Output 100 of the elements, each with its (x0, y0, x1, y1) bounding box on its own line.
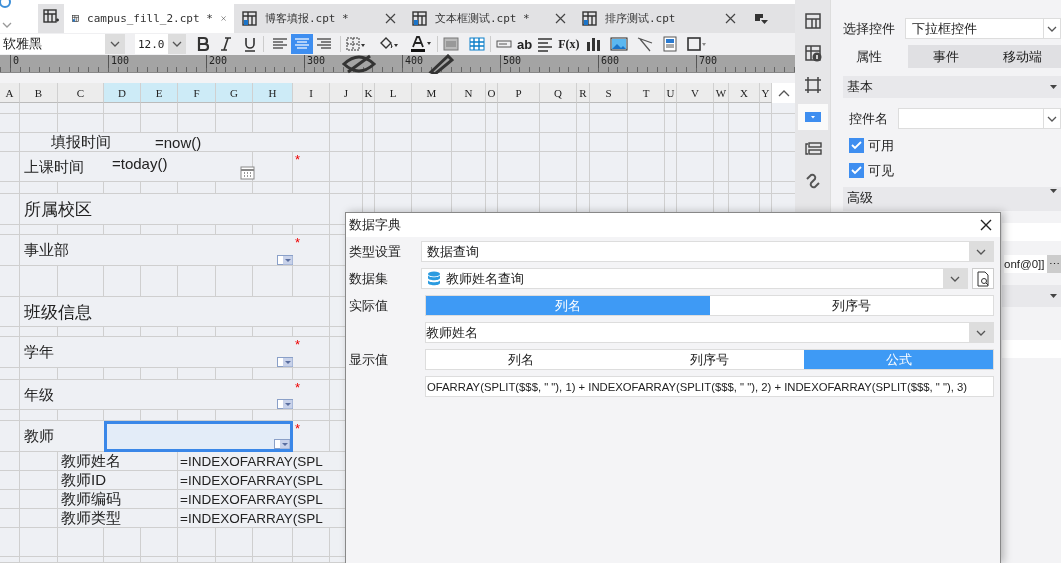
preview-button[interactable] (972, 268, 994, 289)
field-label: 实际值 (349, 296, 389, 315)
image-icon[interactable] (609, 36, 628, 52)
column-header[interactable]: D (104, 83, 141, 103)
more-button[interactable]: ⋯ (1047, 255, 1061, 273)
mode-tab[interactable]: 列序号 (709, 296, 993, 315)
section-header[interactable]: 基本 (843, 76, 1061, 98)
column-header[interactable]: S (590, 83, 628, 103)
column-header[interactable]: K (363, 83, 375, 103)
checkbox-label: 可见 (868, 161, 894, 180)
merge-cells-icon[interactable] (443, 36, 459, 52)
ruler-label: 600 (601, 55, 620, 66)
close-icon[interactable] (385, 13, 396, 24)
column-header[interactable]: P (498, 83, 540, 103)
input-field[interactable] (1002, 223, 1061, 241)
hidden-eye-icon[interactable] (342, 54, 376, 74)
caret-icon (950, 275, 960, 282)
section-header[interactable]: 高级 (843, 187, 1061, 211)
file-tab[interactable]: 博客填报.cpt * (234, 4, 404, 33)
checkbox[interactable] (849, 163, 864, 178)
column-header[interactable]: W (714, 83, 729, 103)
column-header[interactable]: B (20, 83, 58, 103)
paragraph-icon[interactable] (537, 36, 554, 52)
calendar-icon[interactable] (240, 166, 255, 180)
slash-line-icon[interactable] (635, 36, 654, 52)
column-header[interactable]: I (293, 83, 330, 103)
formula-text: =INDEXOFARRAY(SPL (178, 509, 330, 528)
document-icon[interactable] (661, 36, 678, 52)
type-dropdown[interactable]: 数据查询 (421, 241, 994, 262)
caret-icon (171, 41, 182, 47)
control-name-field[interactable] (898, 108, 1061, 129)
field-label: 数据集 (349, 269, 389, 288)
caret-icon (1050, 294, 1057, 298)
font-color-icon[interactable] (410, 36, 432, 52)
field-label: 教师姓名 (58, 452, 141, 471)
mode-tab[interactable]: 列名 (426, 350, 615, 369)
formula-text: =INDEXOFARRAY(SPL (178, 452, 330, 471)
field-label: 教师ID (58, 471, 141, 490)
table-icon[interactable] (469, 36, 485, 52)
required-mark: * (295, 421, 301, 436)
input-field[interactable] (1002, 340, 1061, 358)
formula-field[interactable]: OFARRAY(SPLIT($$$, " "), 1) + INDEXOFARRAY(SPLIT($$$, " "), 2) + INDEXOFARRAY(SPLIT($$$, " "), 3) (425, 376, 994, 397)
menu-icon[interactable] (754, 12, 768, 25)
bar-chart-icon[interactable] (584, 36, 602, 52)
font-field[interactable]: 软雅黑 (0, 34, 125, 54)
dropdown-cell[interactable] (104, 421, 293, 452)
ruler-label: 100 (111, 55, 130, 66)
column-header[interactable]: X (729, 83, 760, 103)
search-icon[interactable] (0, 0, 14, 10)
column-header[interactable]: R (577, 83, 590, 103)
column-header[interactable]: V (677, 83, 714, 103)
column-header[interactable]: L (375, 83, 412, 103)
column-header[interactable]: Q (540, 83, 577, 103)
ruler-label: 200 (209, 55, 228, 66)
file-tab[interactable]: 排序测试.cpt (574, 4, 744, 33)
underline-icon[interactable] (242, 36, 258, 52)
column-header[interactable]: H (253, 83, 293, 103)
pencil-icon[interactable] (428, 54, 454, 74)
file-tab[interactable]: campus_fill_2.cpt * (64, 4, 234, 33)
column-header[interactable]: J (330, 83, 363, 103)
column-header[interactable]: A (0, 83, 20, 103)
dataset-dropdown[interactable]: 教师姓名查询 (421, 268, 968, 289)
column-header[interactable]: F (178, 83, 216, 103)
close-icon[interactable] (555, 13, 566, 24)
control-type-dropdown[interactable]: 下拉框控件 (905, 18, 1061, 39)
close-icon[interactable] (980, 219, 992, 231)
required-mark: * (295, 337, 301, 352)
formula-tool[interactable]: F(x) (553, 36, 585, 52)
font-size-field[interactable]: 12.0 (135, 34, 186, 54)
report-file-icon (582, 11, 597, 26)
column-dropdown[interactable]: 教师姓名 (425, 322, 994, 343)
frame-icon[interactable] (685, 36, 706, 52)
column-header[interactable]: O (486, 83, 498, 103)
add-report-icon[interactable] (43, 9, 59, 24)
close-icon[interactable] (725, 13, 736, 24)
dropdown-icon (277, 399, 293, 409)
input-field[interactable]: onf@0]] (1004, 255, 1048, 273)
scroll-up-icon[interactable] (777, 89, 790, 97)
column-header[interactable]: T (628, 83, 665, 103)
column-header[interactable]: E (141, 83, 178, 103)
caret-icon (976, 329, 986, 336)
formula-text: =INDEXOFARRAY(SPL (178, 490, 330, 509)
required-mark: * (295, 380, 301, 395)
panel-tab[interactable]: 移动端 (984, 45, 1061, 68)
caret-icon (1047, 115, 1057, 122)
mode-tab[interactable]: 列序号 (615, 350, 804, 369)
italic-icon[interactable] (218, 36, 234, 52)
column-header[interactable]: U (665, 83, 677, 103)
border-icon[interactable] (346, 36, 366, 52)
column-header[interactable]: G (216, 83, 253, 103)
file-tab[interactable]: 文本框测试.cpt * (404, 4, 574, 33)
column-header[interactable]: M (412, 83, 452, 103)
caret-icon (1050, 85, 1057, 89)
ruler-label: 700 (699, 55, 718, 66)
column-header[interactable]: N (452, 83, 486, 103)
checkbox[interactable] (849, 138, 864, 153)
field-label: 教师类型 (58, 509, 141, 528)
panel-tab[interactable]: 事件 (907, 45, 985, 68)
text-tool[interactable]: ab (512, 36, 538, 52)
dropdown-widget-icon[interactable] (797, 104, 828, 130)
